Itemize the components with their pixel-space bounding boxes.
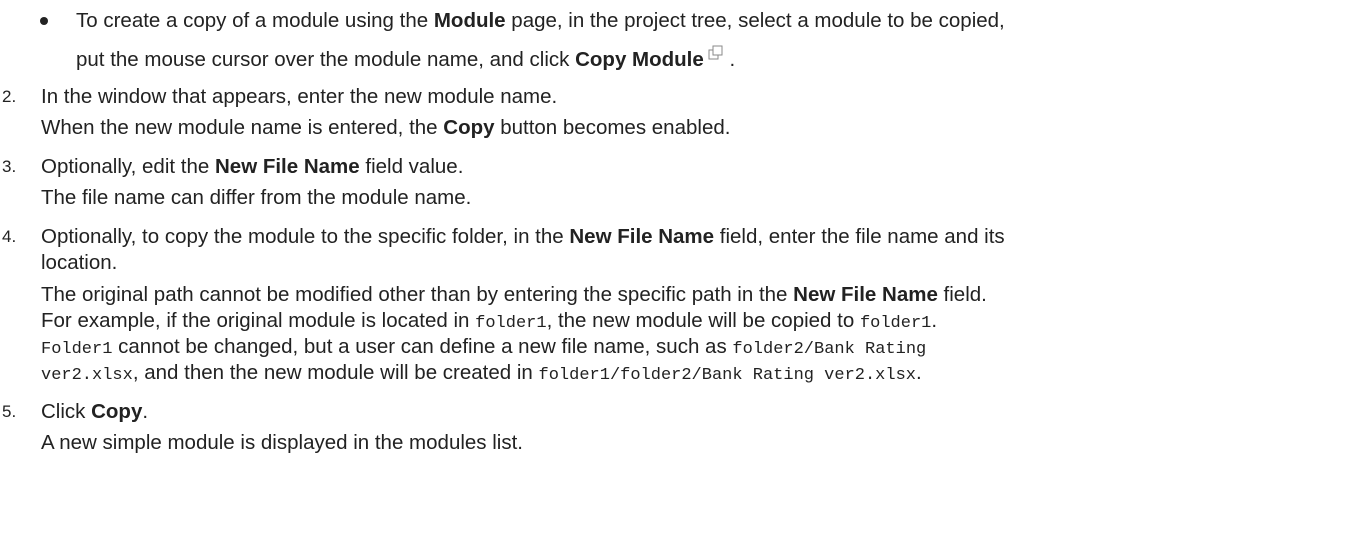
text: Click [41,400,92,423]
text: Optionally, to copy the module to the sp… [41,225,570,248]
bullet-line-1: To create a copy of a module using the M… [76,8,1005,34]
step-text: ver2.xlsx, and then the new module will … [41,360,922,389]
text: put the mouse cursor over the module nam… [76,48,576,71]
step-text: When the new module name is entered, the… [41,115,730,141]
copy-module-icon [708,45,723,60]
code-text: folder1 [859,314,932,333]
text: . [723,48,736,71]
step-number: 5. [2,402,17,421]
step-text: Optionally, to copy the module to the sp… [41,224,1005,250]
step-text: In the window that appears, enter the ne… [41,85,558,108]
ui-term: Copy [91,400,143,423]
step-number: 2. [2,87,17,106]
step-number: 3. [2,157,17,176]
code-text: folder1 [475,314,547,333]
bullet-dot [40,17,48,25]
step-text: Click Copy. [41,399,148,425]
code-text: folder2/Bank Rating [732,340,927,359]
ui-term: New File Name [569,225,715,248]
step-text: For example, if the original module is l… [41,308,937,337]
text: page, in the project tree, select a modu… [505,9,1005,32]
text: , the new module will be copied to [546,309,860,332]
step-number: 4. [2,227,17,246]
ui-term: Module [433,9,506,32]
text: The original path cannot be modified oth… [41,283,794,306]
code-text: Folder1 [41,340,113,359]
text: To create a copy of a module using the [76,9,434,32]
step-text: Folder1 cannot be changed, but a user ca… [41,334,926,363]
bullet-line-2: put the mouse cursor over the module nam… [76,45,735,73]
text: . [142,400,149,423]
text: field value. [359,155,464,178]
text: . [931,309,938,332]
step-text: A new simple module is displayed in the … [41,431,523,454]
text: field, enter the file name and its [714,225,1005,248]
text: , and then the new module will be create… [132,361,539,384]
text: For example, if the original module is l… [41,309,476,332]
ui-term: New File Name [793,283,938,306]
step-text: Optionally, edit the New File Name field… [41,154,463,180]
step-text: location. [41,251,118,274]
text: button becomes enabled. [494,116,731,139]
text: When the new module name is entered, the [41,116,444,139]
ui-term: Copy Module [575,48,704,71]
text: . [916,361,922,384]
step-text: The file name can differ from the module… [41,186,472,209]
step-text: The original path cannot be modified oth… [41,282,987,308]
code-text: folder1/folder2/Bank Rating ver2.xlsx [538,366,916,385]
code-text: ver2.xlsx [41,366,133,385]
text: field. [937,283,987,306]
text: cannot be changed, but a user can define… [112,335,733,358]
ui-term: New File Name [214,155,360,178]
ui-term: Copy [443,116,495,139]
text: Optionally, edit the [41,155,215,178]
